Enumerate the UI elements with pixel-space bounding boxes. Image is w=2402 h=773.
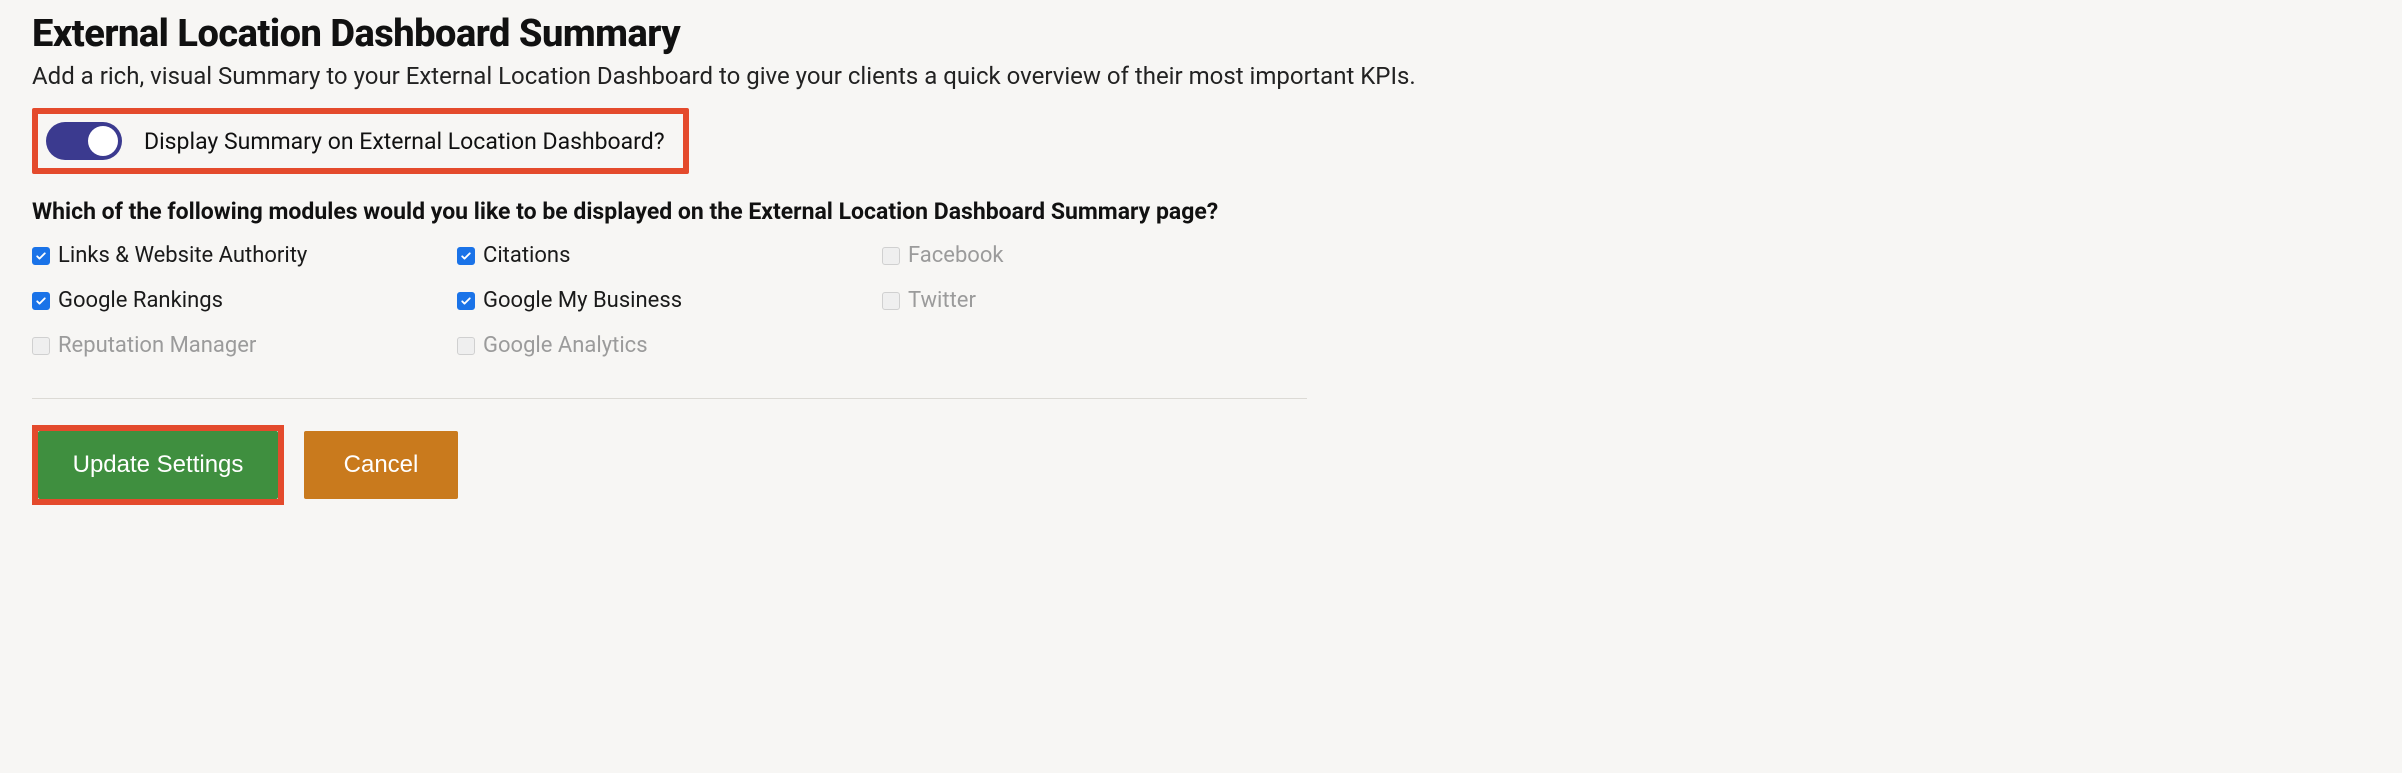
module-label: Citations — [483, 243, 570, 268]
checkbox-gmb[interactable] — [457, 292, 475, 310]
display-summary-toggle[interactable] — [46, 122, 122, 160]
module-twitter: Twitter — [882, 288, 1307, 313]
page-subtitle: Add a rich, visual Summary to your Exter… — [32, 62, 2370, 90]
module-label: Reputation Manager — [58, 333, 256, 358]
actions-row: Update Settings Cancel — [32, 425, 2370, 505]
cancel-button[interactable]: Cancel — [304, 431, 458, 499]
checkbox-links-authority[interactable] — [32, 247, 50, 265]
check-icon — [35, 250, 47, 262]
module-reputation: Reputation Manager — [32, 333, 457, 358]
module-links-authority: Links & Website Authority — [32, 243, 457, 268]
module-facebook: Facebook — [882, 243, 1307, 268]
modules-question: Which of the following modules would you… — [32, 198, 2370, 225]
module-label: Google Rankings — [58, 288, 223, 313]
update-settings-button[interactable]: Update Settings — [38, 431, 278, 499]
checkbox-google-rankings[interactable] — [32, 292, 50, 310]
module-label: Links & Website Authority — [58, 243, 307, 268]
module-label: Twitter — [908, 288, 976, 313]
checkbox-citations[interactable] — [457, 247, 475, 265]
module-ga: Google Analytics — [457, 333, 882, 358]
module-gmb: Google My Business — [457, 288, 882, 313]
module-label: Google My Business — [483, 288, 682, 313]
checkbox-twitter — [882, 292, 900, 310]
modules-grid: Links & Website Authority Citations Face… — [32, 243, 1307, 358]
check-icon — [460, 250, 472, 262]
checkbox-reputation — [32, 337, 50, 355]
checkbox-ga — [457, 337, 475, 355]
divider — [32, 398, 1307, 399]
page-title: External Location Dashboard Summary — [32, 12, 2370, 56]
check-icon — [35, 295, 47, 307]
display-summary-toggle-highlight: Display Summary on External Location Das… — [32, 108, 689, 174]
checkbox-facebook — [882, 247, 900, 265]
check-icon — [460, 295, 472, 307]
module-google-rankings: Google Rankings — [32, 288, 457, 313]
update-settings-highlight: Update Settings — [32, 425, 284, 505]
toggle-knob — [88, 126, 118, 156]
module-label: Google Analytics — [483, 333, 648, 358]
module-citations: Citations — [457, 243, 882, 268]
display-summary-toggle-label: Display Summary on External Location Das… — [144, 128, 665, 155]
module-label: Facebook — [908, 243, 1004, 268]
